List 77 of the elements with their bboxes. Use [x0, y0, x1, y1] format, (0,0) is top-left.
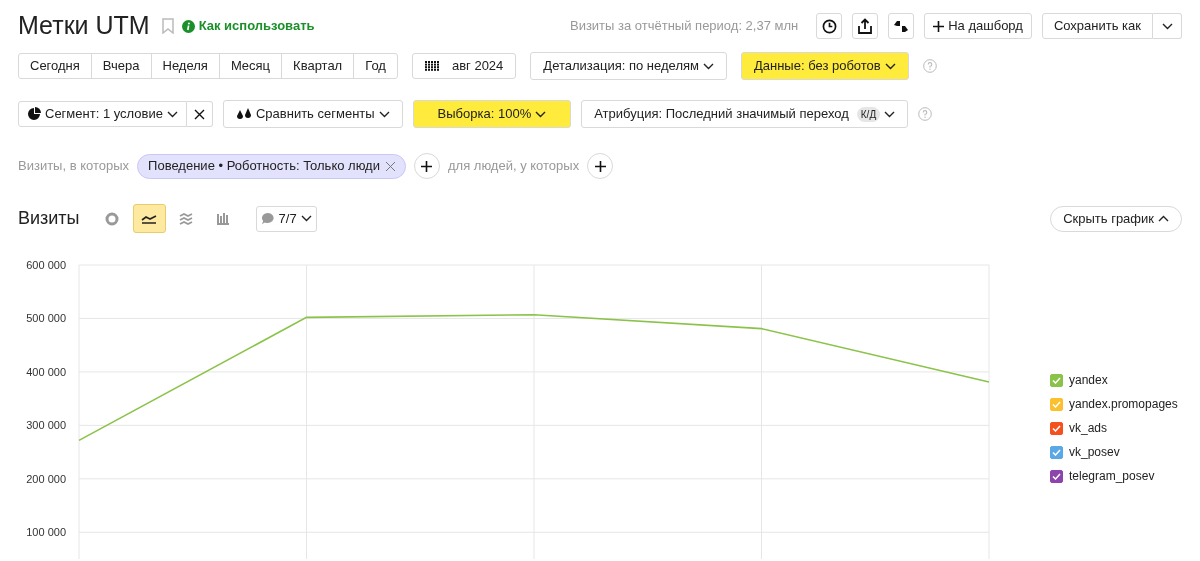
save-as-button[interactable]: Сохранить как — [1041, 13, 1153, 39]
condition-label: для людей, у которых — [447, 157, 580, 176]
help-link[interactable]: Как использовать — [198, 16, 315, 36]
check-icon — [1052, 400, 1061, 408]
chevron-down-icon — [378, 110, 390, 118]
legend-label: vk_ads — [1069, 420, 1108, 437]
filter-dropdown[interactable]: Данные: без роботов — [740, 52, 909, 80]
date-button[interactable]: авг 2024 — [411, 53, 517, 79]
close-icon — [193, 108, 205, 120]
chevron-down-icon — [300, 215, 312, 222]
period-button[interactable]: Сегодня — [19, 54, 91, 78]
legend-checkbox[interactable] — [1050, 421, 1063, 435]
filter-dropdown[interactable]: Детализация: по неделям — [530, 52, 727, 80]
legend-checkbox[interactable] — [1050, 469, 1063, 483]
legend-checkbox[interactable] — [1050, 373, 1063, 387]
axis-label: 100 000 — [26, 526, 66, 539]
check-icon — [1052, 448, 1061, 456]
axis-label: 200 000 — [26, 472, 66, 485]
save-options-button[interactable] — [1153, 13, 1182, 39]
check-icon — [1052, 472, 1061, 480]
legend-label: vk_posev — [1069, 444, 1120, 461]
chevron-down-icon — [884, 62, 896, 70]
check-icon — [1052, 376, 1061, 384]
condition-label: Визиты, в которых — [18, 157, 130, 176]
legend-label: telegram_posev — [1069, 468, 1155, 485]
clock-icon — [821, 18, 837, 34]
dashboard-button[interactable]: На дашборд — [924, 13, 1032, 39]
chevron-up-icon — [1158, 215, 1169, 222]
pie-icon — [27, 107, 41, 121]
line-chart-icon — [141, 213, 158, 224]
period-button[interactable]: Месяц — [218, 54, 282, 78]
period-button[interactable]: Год — [353, 54, 397, 78]
bar-chart-icon — [216, 212, 231, 225]
chevron-down-icon — [1161, 22, 1173, 30]
condition-chip[interactable]: Поведение • Роботность: Только люди — [137, 153, 406, 179]
chart-type-button[interactable] — [132, 204, 166, 233]
axis-label: 500 000 — [26, 312, 66, 325]
filter-dropdown[interactable]: Атрибуция: Последний значимый переход К/Д — [581, 100, 909, 128]
plus-icon — [594, 160, 606, 172]
history-button[interactable] — [816, 13, 843, 39]
stacked-area-icon — [179, 212, 194, 225]
bookmark-icon[interactable] — [161, 18, 174, 34]
quote-button[interactable] — [888, 13, 915, 39]
legend-label: yandex.promopages — [1069, 396, 1178, 413]
legend-label: yandex — [1069, 372, 1108, 389]
quote-icon — [893, 19, 910, 33]
visits-summary: Визиты за отчётный период: 2,37 млн — [569, 17, 799, 36]
drops-icon — [235, 108, 252, 120]
axis-label: 600 000 — [26, 259, 66, 271]
filter-dropdown[interactable]: Сравнить сегменты — [222, 100, 403, 128]
share-button[interactable] — [852, 13, 879, 39]
period-button[interactable]: Вчера — [90, 54, 151, 78]
notes-dropdown[interactable]: 7/7 — [255, 205, 317, 232]
chevron-down-icon — [884, 110, 896, 118]
segment-dropdown[interactable]: Сегмент: 1 условие — [18, 101, 187, 127]
chevron-down-icon — [166, 110, 178, 118]
info-icon — [181, 19, 195, 33]
period-button[interactable]: Неделя — [150, 54, 219, 78]
chart-title: Визиты — [18, 207, 80, 230]
close-icon[interactable] — [385, 161, 395, 171]
period-button[interactable]: Квартал — [281, 54, 354, 78]
clear-segment-button[interactable] — [186, 101, 213, 127]
check-icon — [1052, 424, 1061, 432]
legend-checkbox[interactable] — [1050, 445, 1063, 459]
axis-label: 300 000 — [26, 419, 66, 432]
chevron-down-icon — [535, 110, 547, 118]
filter-dropdown[interactable]: Выборка: 100% — [412, 100, 572, 128]
plus-icon — [421, 160, 433, 172]
plus-icon — [933, 20, 945, 32]
page-title: Метки UTM — [18, 10, 150, 42]
pie-chart-icon — [105, 211, 120, 226]
calendar-grid-icon — [424, 61, 440, 71]
speech-bubble-icon — [260, 212, 275, 225]
share-icon — [858, 18, 873, 34]
chevron-down-icon — [702, 62, 714, 70]
attribution-badge: К/Д — [856, 106, 881, 122]
axis-label: 400 000 — [26, 365, 66, 378]
